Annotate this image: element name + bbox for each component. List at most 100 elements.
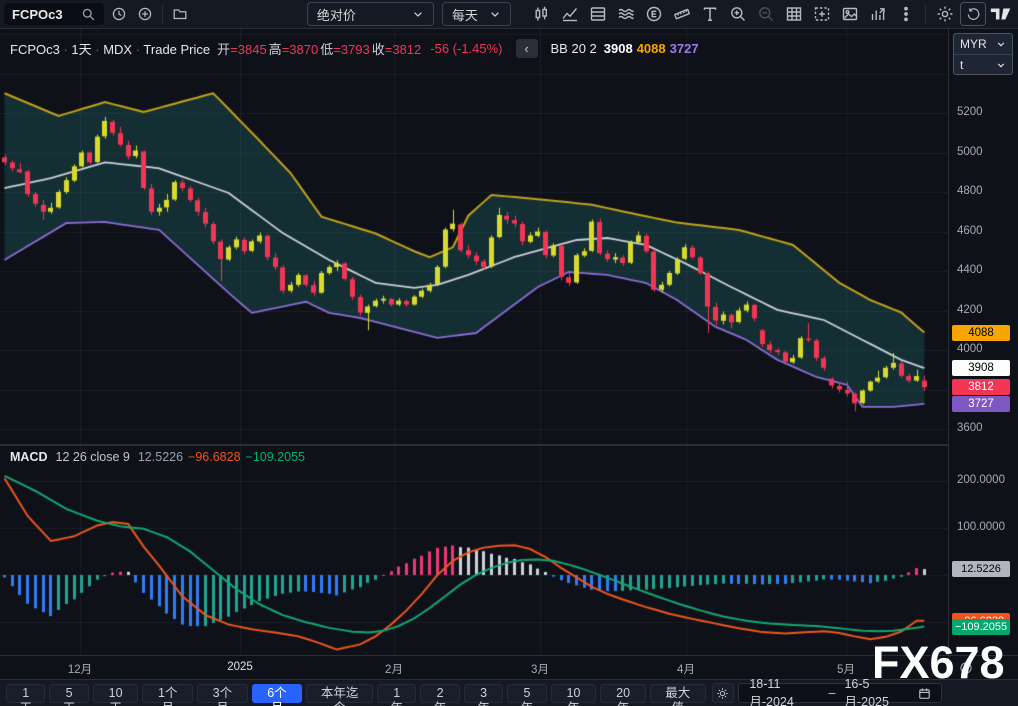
price-tick: 5200 [957, 106, 983, 118]
screenshot-icon[interactable] [837, 2, 863, 26]
price-mode-label: 绝对价 [317, 5, 356, 24]
candlestick-style-icon[interactable] [529, 2, 555, 26]
range-button-本年迄今[interactable]: 本年迄今 [306, 684, 373, 703]
time-label: 12月 [68, 661, 92, 677]
range-button-3年[interactable]: 3年 [464, 684, 503, 703]
date-from: 18-11月-2024 [749, 677, 819, 706]
top-toolbar: FCPOc3 绝对价 每天 [0, 0, 1018, 29]
macd-legend: MACD 12 26 close 9 12.5226−96.6828−109.2… [10, 450, 310, 464]
macd-legend-params: 12 26 close 9 [56, 450, 130, 464]
pane-separator[interactable] [0, 444, 948, 446]
range-button-1个月[interactable]: 1个月 [142, 684, 193, 703]
legend-title-part: Trade Price [143, 42, 210, 57]
range-settings-button[interactable] [712, 683, 735, 703]
macd-tick: 100.0000 [957, 521, 1005, 533]
bb-value: 3727 [670, 41, 699, 56]
macd-value: −96.6828 [188, 450, 240, 464]
interval-label: 每天 [452, 5, 478, 24]
range-button-5年[interactable]: 5年 [507, 684, 546, 703]
candlestick-chart[interactable] [0, 29, 948, 444]
bottom-toolbar: 1天5天 10天1个月3个月6个月本年迄今1年2年 3年5年 10年20年最大值 18… [0, 679, 1018, 706]
search-icon [81, 7, 96, 22]
range-button-10天[interactable]: 10天 [93, 684, 139, 703]
history-clock-icon[interactable] [106, 2, 132, 26]
toolbar-separator [925, 5, 926, 23]
legend-ohlc-item: 收=3812 [372, 42, 422, 57]
range-button-6个月[interactable]: 6个月 [252, 684, 303, 703]
macd-legend-title[interactable]: MACD [10, 450, 48, 464]
add-snapshot-icon[interactable] [809, 2, 835, 26]
currency-selector[interactable]: MYR [954, 34, 1012, 54]
layout-icon[interactable] [585, 2, 611, 26]
legend-ohlc: 开=3845高=3870低=3793收=3812 [217, 39, 423, 58]
folder-icon[interactable] [167, 2, 193, 26]
range-button-2年[interactable]: 2年 [420, 684, 459, 703]
price-tick: 4600 [957, 225, 983, 237]
add-circle-icon[interactable] [132, 2, 158, 26]
legend-separator: · [92, 42, 104, 57]
grid-view-icon[interactable] [781, 2, 807, 26]
date-to: 16-5月-2025 [844, 677, 909, 706]
bb-value: 4088 [637, 41, 666, 56]
macd-legend-values: 12.5226−96.6828−109.2055 [138, 450, 310, 464]
legend-change: -56 (-1.45%) [430, 41, 502, 56]
price-mode-dropdown[interactable]: 绝对价 [307, 2, 434, 26]
range-button-1年[interactable]: 1年 [377, 684, 416, 703]
price-tick: 4200 [957, 304, 983, 316]
legend-collapse-button[interactable]: ‹ [516, 39, 538, 58]
range-button-10年[interactable]: 10年 [551, 684, 597, 703]
legend-separator: · [60, 42, 72, 57]
legend-title[interactable]: FCPOc3 · 1天 · MDX · Trade Price [10, 39, 210, 58]
date-range-picker[interactable]: 18-11月-2024 – 16-5月-2025 [738, 683, 942, 703]
compare-icon[interactable] [613, 2, 639, 26]
macd-tick: 200.0000 [957, 474, 1005, 486]
range-button-1天[interactable]: 1天 [6, 684, 45, 703]
bb-legend-title[interactable]: BB 20 2 [551, 41, 597, 56]
price-tick: 4000 [957, 343, 983, 355]
calendar-icon [918, 687, 931, 700]
text-tool-icon[interactable] [697, 2, 723, 26]
zoom-in-icon[interactable] [725, 2, 751, 26]
unit-selector[interactable]: t [954, 54, 1012, 74]
more-options-icon[interactable] [893, 2, 919, 26]
price-tick: 3600 [957, 422, 983, 434]
legend-ohlc-item: 开=3845 [217, 42, 267, 57]
toolbar-separator [162, 5, 163, 23]
indicators-icon[interactable] [557, 2, 583, 26]
bb-value: 3908 [604, 41, 633, 56]
measure-icon[interactable] [669, 2, 695, 26]
range-button-5天[interactable]: 5天 [49, 684, 88, 703]
legend-ohlc-item: 高=3870 [269, 42, 319, 57]
replay-icon[interactable] [960, 2, 986, 26]
trading-chart-app: FCPOc3 绝对价 每天 FCPOc3 · 1天 · MDX · Trade … [0, 0, 1018, 706]
publish-icon[interactable] [865, 2, 891, 26]
price-badge: 4088 [952, 325, 1010, 341]
date-separator: – [829, 686, 836, 700]
price-axis[interactable]: MYR t 5200500048004600440042004000360040… [948, 29, 1018, 655]
bb-legend-values: 3908 4088 3727 [604, 41, 703, 56]
chevron-down-icon [489, 8, 501, 20]
settings-icon[interactable] [932, 2, 958, 26]
symbol-text: FCPOc3 [12, 7, 63, 22]
symbol-search[interactable]: FCPOc3 [4, 3, 104, 25]
legend-title-part: MDX [103, 42, 132, 57]
time-label: 2月 [385, 661, 403, 677]
price-tick: 5000 [957, 146, 983, 158]
macd-chart[interactable] [0, 446, 948, 655]
element-e-icon[interactable] [641, 2, 667, 26]
price-badge: 3727 [952, 396, 1010, 412]
range-button-20年[interactable]: 20年 [600, 684, 646, 703]
currency-label: MYR [960, 37, 987, 51]
legend-ohlc-item: 低=3793 [320, 42, 370, 57]
interval-dropdown[interactable]: 每天 [442, 2, 511, 26]
tradingview-logo[interactable] [988, 2, 1014, 26]
legend-title-part: FCPOc3 [10, 42, 60, 57]
range-button-最大值[interactable]: 最大值 [650, 684, 706, 703]
macd-value: −109.2055 [246, 450, 305, 464]
legend-title-part: 1天 [71, 42, 91, 57]
price-badge: 3812 [952, 379, 1010, 395]
range-button-3个月[interactable]: 3个月 [197, 684, 248, 703]
chevron-down-icon [996, 60, 1006, 70]
zoom-out-icon [753, 2, 779, 26]
time-axis[interactable]: 12月20252月3月4月5月 [0, 655, 948, 679]
